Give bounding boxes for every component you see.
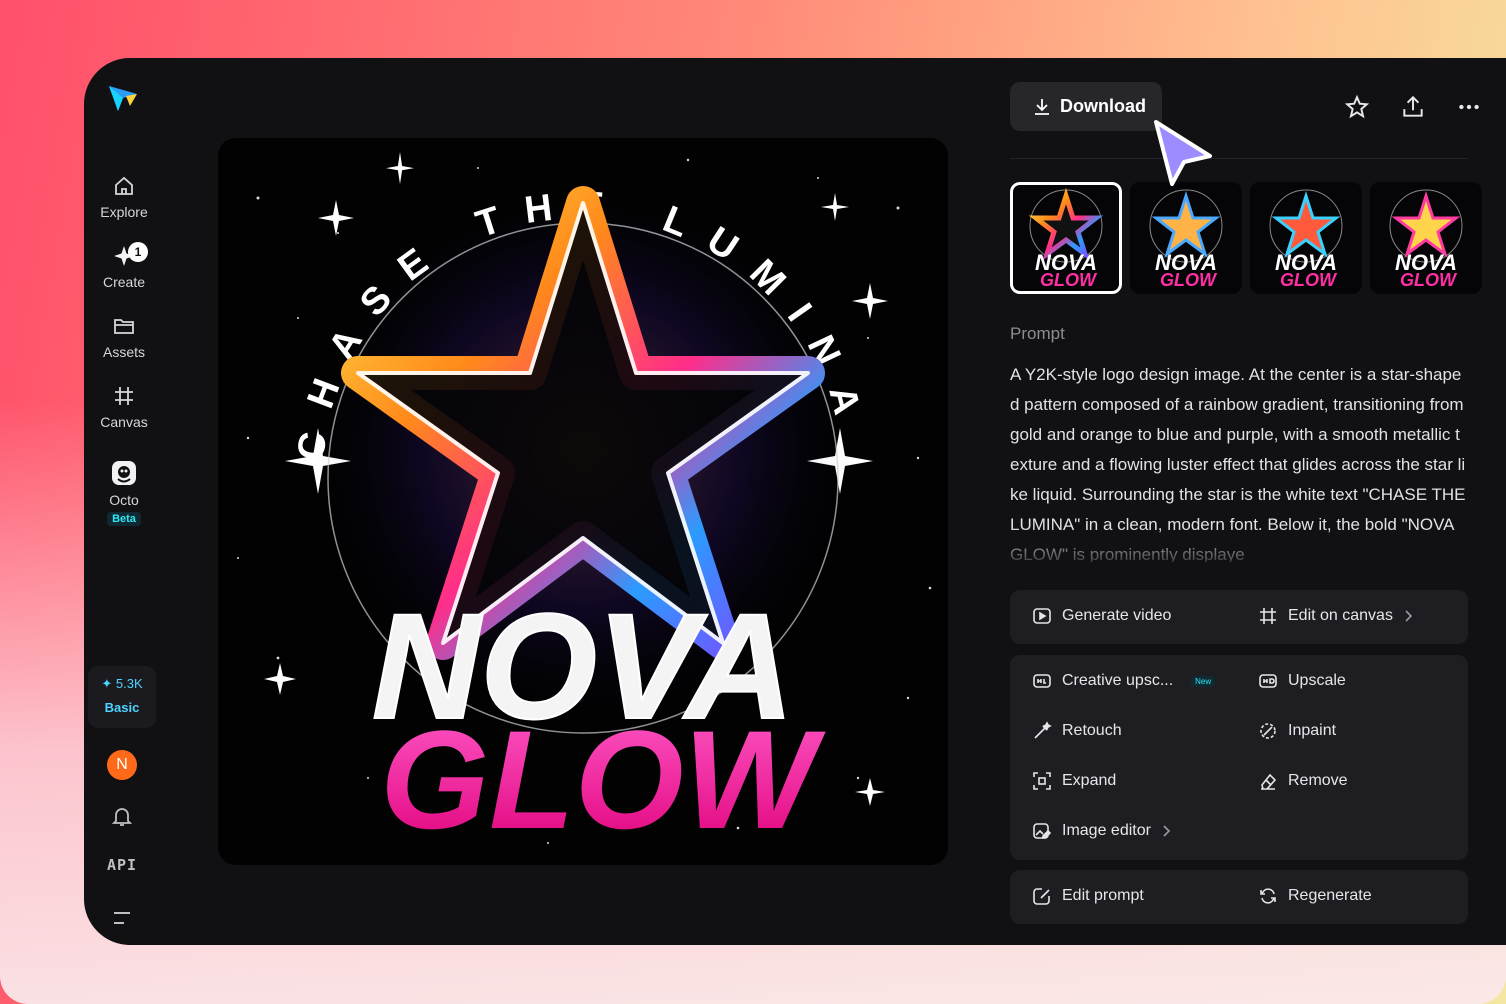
tool-actions: Creative upsc... New Upscale Retouch Inp… (1010, 655, 1468, 860)
video-canvas-actions: Generate video Edit on canvas (1010, 590, 1468, 644)
eraser-icon (1261, 773, 1277, 790)
crop-icon (115, 387, 133, 405)
image-editor-button[interactable]: Image editor (1032, 821, 1171, 841)
more-icon[interactable] (1456, 94, 1482, 120)
generated-image[interactable]: CHASE THE LUMINA NOVA GLOW (218, 138, 948, 865)
upscale-button[interactable]: Upscale (1258, 671, 1346, 691)
octo-icon (112, 461, 136, 485)
api-link[interactable]: API (104, 856, 140, 874)
credits-value: 5.3K (115, 676, 143, 691)
video-icon (1033, 608, 1051, 624)
beta-badge: Beta (107, 512, 141, 526)
regenerate-button[interactable]: Regenerate (1258, 886, 1372, 906)
new-badge: New (1191, 675, 1216, 687)
prompt-label: Prompt (1010, 324, 1065, 343)
retouch-label: Retouch (1062, 722, 1122, 739)
thumb-subtitle: GLOW (1040, 270, 1098, 290)
thumbnail-strip: NOVA GLOW NOVA GLOW NOVA GLOW NOVA GLOW (1010, 182, 1482, 294)
sidebar-item-assets[interactable]: Assets (84, 314, 164, 360)
download-icon (1035, 98, 1049, 115)
edit-on-canvas-label: Edit on canvas (1288, 607, 1393, 624)
remove-button[interactable]: Remove (1258, 771, 1348, 791)
thumbnail[interactable]: NOVA GLOW (1130, 182, 1242, 294)
thumbnail[interactable]: NOVA GLOW (1010, 182, 1122, 294)
edit-icon (1033, 888, 1050, 905)
retouch-button[interactable]: Retouch (1032, 721, 1122, 741)
thumb-subtitle: GLOW (1160, 270, 1218, 290)
chevron-right-icon (1405, 610, 1413, 622)
generate-video-label: Generate video (1062, 607, 1172, 624)
edit-on-canvas-button[interactable]: Edit on canvas (1258, 606, 1413, 626)
sidebar-item-create[interactable]: 1 Create (84, 242, 164, 290)
notification-badge: 1 (128, 242, 148, 262)
artwork: CHASE THE LUMINA NOVA GLOW (218, 138, 948, 865)
sidebar-item-label: Octo (109, 492, 139, 508)
image-editor-label: Image editor (1062, 822, 1151, 839)
thumbnail[interactable]: NOVA GLOW (1250, 182, 1362, 294)
logo-icon[interactable] (106, 80, 140, 114)
avatar[interactable]: N (107, 750, 137, 780)
remove-label: Remove (1288, 772, 1348, 789)
plan-label: Basic (104, 700, 140, 715)
crop-icon (1260, 608, 1276, 624)
generate-video-button[interactable]: Generate video (1032, 606, 1171, 626)
detail-panel: Download NOVA GLOW NOVA GLOW NOVA GLOW NOVA… (1010, 58, 1506, 945)
inpaint-button[interactable]: Inpaint (1258, 721, 1336, 741)
folder-icon (114, 319, 134, 334)
title-glow: GLOW (380, 701, 826, 858)
bell-icon[interactable] (110, 804, 134, 828)
download-button[interactable]: Download (1010, 82, 1162, 131)
sidebar-item-label: Create (102, 274, 146, 290)
sidebar-item-canvas[interactable]: Canvas (84, 384, 164, 430)
regenerate-label: Regenerate (1288, 887, 1372, 904)
share-icon[interactable] (1400, 94, 1426, 120)
home-icon (115, 176, 133, 195)
credits-amount: ✦ 5.3K (101, 676, 143, 691)
creative-upscale-label: Creative upsc... (1062, 672, 1174, 689)
hd-plus-icon (1033, 674, 1051, 688)
sidebar-item-label: Canvas (100, 414, 148, 430)
thumbnail[interactable]: NOVA GLOW (1370, 182, 1482, 294)
prompt-fade (1010, 528, 1468, 568)
download-label: Download (1060, 96, 1146, 116)
sidebar-item-label: Explore (100, 204, 148, 220)
inpaint-label: Inpaint (1288, 722, 1337, 739)
expand-button[interactable]: Expand (1032, 771, 1116, 791)
credits-panel[interactable]: ✦ 5.3K Basic (88, 666, 156, 728)
expand-icon (1033, 772, 1051, 790)
upscale-label: Upscale (1288, 672, 1346, 689)
top-actions (1344, 94, 1482, 120)
divider (1010, 158, 1468, 159)
expand-label: Expand (1062, 772, 1117, 789)
menu-icon[interactable] (111, 908, 133, 928)
inpaint-icon (1260, 723, 1276, 739)
sidebar: Explore 1 Create Assets Canvas Octo Beta… (84, 58, 164, 945)
sidebar-item-explore[interactable]: Explore (84, 174, 164, 220)
creative-upscale-button[interactable]: Creative upsc... New (1032, 671, 1216, 691)
sidebar-item-label: Assets (102, 344, 145, 360)
edit-prompt-label: Edit prompt (1062, 887, 1144, 904)
chevron-right-icon (1163, 825, 1171, 837)
wand-icon (1034, 721, 1052, 739)
refresh-icon (1260, 888, 1276, 904)
app-window: Explore 1 Create Assets Canvas Octo Beta… (84, 58, 1506, 945)
prompt-actions: Edit prompt Regenerate (1010, 870, 1468, 924)
edit-prompt-button[interactable]: Edit prompt (1032, 886, 1144, 906)
thumb-subtitle: GLOW (1280, 270, 1338, 290)
thumb-subtitle: GLOW (1400, 270, 1458, 290)
image-edit-icon (1033, 823, 1052, 839)
cursor-pointer-icon (1154, 120, 1212, 186)
sidebar-item-octo[interactable]: Octo Beta (84, 460, 164, 526)
hd-icon (1259, 674, 1277, 688)
star-icon[interactable] (1344, 94, 1370, 120)
